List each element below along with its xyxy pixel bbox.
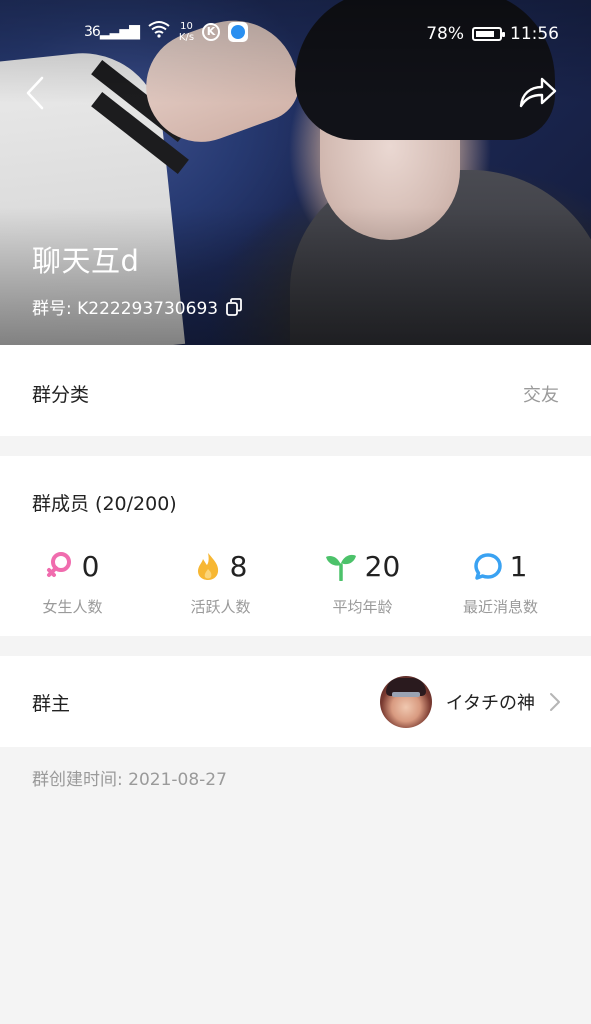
female-icon bbox=[46, 552, 71, 577]
wifi-icon bbox=[147, 20, 171, 43]
stat-value: 0 bbox=[81, 549, 100, 583]
chevron-left-icon bbox=[26, 76, 44, 110]
flame-icon bbox=[197, 553, 218, 580]
stat-value: 8 bbox=[229, 549, 248, 583]
network-speed: 10 K/s bbox=[178, 20, 195, 43]
chat-bubble-icon bbox=[473, 553, 502, 580]
back-button[interactable] bbox=[22, 75, 52, 111]
category-value: 交友 bbox=[523, 385, 559, 406]
stat-female-count: 0 女生人数 bbox=[0, 546, 145, 617]
members-title: 群成员 (20/200) bbox=[32, 493, 177, 515]
owner-label: 群主 bbox=[32, 693, 71, 715]
group-owner-row[interactable]: 群主 イタチの神 bbox=[0, 656, 591, 747]
owner-name: イタチの神 bbox=[445, 693, 535, 714]
battery-percent: 78% bbox=[426, 24, 464, 44]
member-stats: 0 女生人数 8 活跃人数 20 平均年龄 1 最近消息数 bbox=[0, 546, 591, 626]
copy-icon[interactable] bbox=[226, 297, 242, 316]
group-id-row: 群号: K222293730693 bbox=[32, 294, 242, 319]
clock: 11:56 bbox=[510, 24, 559, 44]
group-id: 群号: K222293730693 bbox=[32, 299, 219, 319]
stat-label: 平均年龄 bbox=[332, 598, 393, 616]
group-created-date: 群创建时间: 2021-08-27 bbox=[32, 770, 227, 790]
share-button[interactable] bbox=[518, 76, 558, 110]
stat-value: 1 bbox=[509, 549, 528, 583]
stat-value: 20 bbox=[364, 549, 401, 583]
sprout-icon bbox=[325, 554, 356, 581]
group-name: 聊天互d bbox=[32, 244, 140, 278]
category-label: 群分类 bbox=[32, 384, 90, 406]
app-notification-icon bbox=[228, 21, 249, 42]
stat-active-count: 8 活跃人数 bbox=[148, 546, 293, 617]
status-bar: 36▂▃▅▇ 10 K/s K 78% 11:56 bbox=[0, 0, 591, 70]
stat-label: 女生人数 bbox=[42, 598, 103, 616]
k-circle-icon: K bbox=[202, 22, 221, 41]
stat-label: 活跃人数 bbox=[190, 598, 251, 616]
group-members-card[interactable]: 群成员 (20/200) 0 女生人数 8 活跃人数 20 平均年龄 1 最近消… bbox=[0, 456, 591, 636]
stat-average-age: 20 平均年龄 bbox=[290, 546, 435, 617]
group-category-row[interactable]: 群分类 交友 bbox=[0, 345, 591, 436]
stat-label: 最近消息数 bbox=[462, 598, 538, 616]
signal-icon: 36▂▃▅▇ bbox=[84, 23, 140, 40]
chevron-right-icon bbox=[550, 693, 560, 711]
share-icon bbox=[519, 77, 557, 108]
battery-icon bbox=[472, 27, 505, 41]
stat-recent-messages: 1 最近消息数 bbox=[428, 546, 573, 617]
group-cover-image: 36▂▃▅▇ 10 K/s K 78% 11:56 聊天互d 群号: K2222… bbox=[0, 0, 591, 345]
owner-avatar[interactable] bbox=[379, 676, 432, 728]
